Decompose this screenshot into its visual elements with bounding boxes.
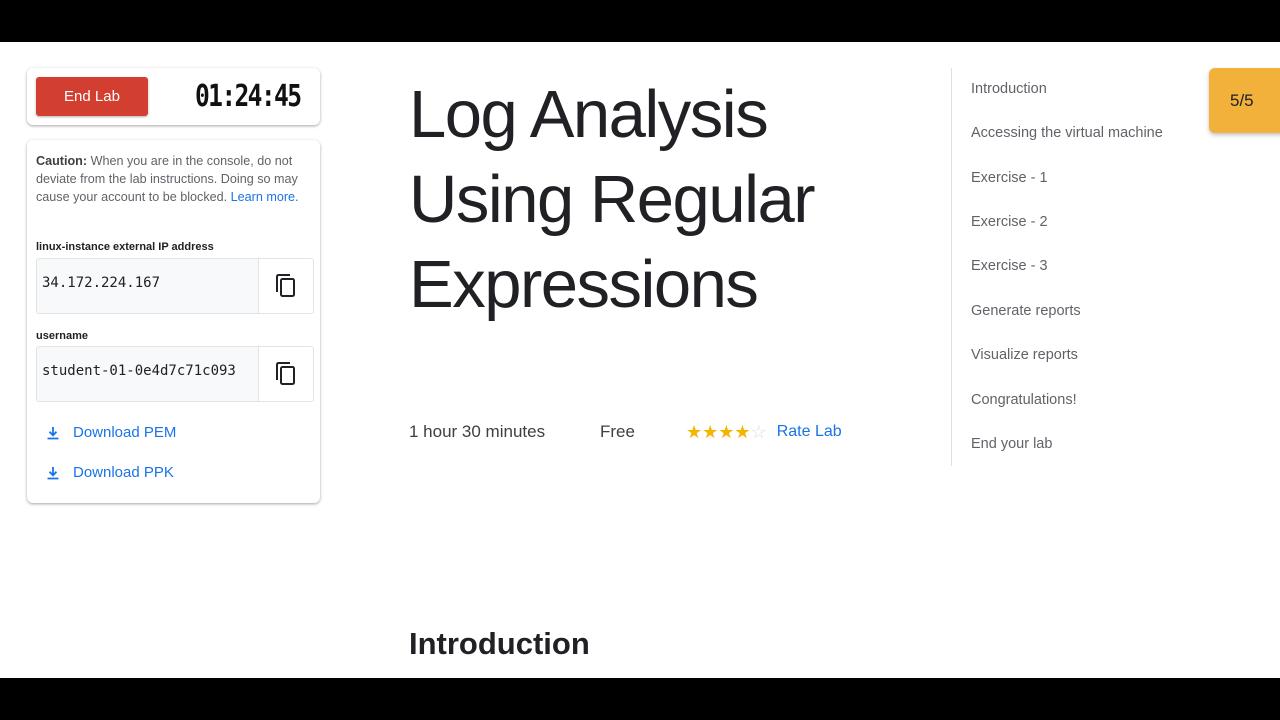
copy-ip-button[interactable] [258, 259, 313, 313]
toc-item[interactable]: Congratulations! [971, 392, 1077, 408]
lab-details-card: Caution: When you are in the console, do… [27, 140, 320, 503]
toc-item[interactable]: Exercise - 2 [971, 214, 1048, 230]
star-filled-icon[interactable]: ★ [718, 423, 734, 441]
copy-icon [276, 274, 295, 297]
star-empty-icon[interactable]: ☆ [751, 423, 767, 441]
caution-label: Caution: [36, 154, 88, 168]
copy-icon [276, 362, 295, 385]
learn-more-link[interactable]: Learn more. [231, 190, 299, 204]
end-lab-button[interactable]: End Lab [36, 77, 148, 116]
download-pem-link[interactable]: Download PEM [45, 424, 176, 441]
download-icon [47, 466, 59, 479]
rate-lab-link[interactable]: Rate Lab [777, 423, 842, 441]
star-filled-icon[interactable]: ★ [702, 423, 718, 441]
username-field: student-01-0e4d7c71c093 [36, 346, 314, 402]
toc-item[interactable]: Introduction [971, 81, 1047, 97]
copy-username-button[interactable] [258, 347, 313, 401]
lab-title-line: Using Regular [409, 162, 816, 237]
lab-title: Log Analysis Using Regular Expressions [409, 72, 929, 327]
toc-item[interactable]: Visualize reports [971, 347, 1078, 363]
download-ppk-link[interactable]: Download PPK [45, 464, 174, 481]
section-heading: Introduction [409, 626, 590, 661]
table-of-contents: Introduction Accessing the virtual machi… [951, 68, 1192, 466]
toc-item[interactable]: Generate reports [971, 303, 1081, 319]
toc-item[interactable]: End your lab [971, 436, 1052, 452]
toc-item[interactable]: Exercise - 3 [971, 258, 1048, 274]
star-rating[interactable]: ★ ★ ★ ★ ☆ [686, 423, 767, 441]
progress-badge[interactable]: 5/5 [1209, 68, 1280, 133]
star-filled-icon[interactable]: ★ [686, 423, 702, 441]
username-label: username [36, 330, 88, 342]
lab-price: Free [600, 422, 635, 441]
username-value[interactable]: student-01-0e4d7c71c093 [37, 347, 258, 401]
lab-meta: 1 hour 30 minutes Free ★ ★ ★ ★ ☆ Rate Lab [409, 420, 842, 444]
lab-title-line: Expressions [409, 247, 759, 322]
countdown-timer: 01:24:45 [195, 79, 302, 114]
caution-notice: Caution: When you are in the console, do… [36, 152, 314, 206]
toc-item[interactable]: Exercise - 1 [971, 170, 1048, 186]
lab-title-line: Log Analysis [409, 77, 769, 152]
ip-address-field: 34.172.224.167 [36, 258, 314, 314]
ip-address-label: linux-instance external IP address [36, 241, 214, 253]
download-icon [47, 426, 59, 439]
download-ppk-label: Download PPK [73, 464, 174, 481]
lab-page: End Lab 01:24:45 Caution: When you are i… [0, 42, 1280, 678]
star-filled-icon[interactable]: ★ [734, 423, 750, 441]
lab-duration: 1 hour 30 minutes [409, 422, 546, 441]
download-pem-label: Download PEM [73, 424, 177, 441]
timer-card: End Lab 01:24:45 [27, 68, 320, 125]
toc-item[interactable]: Accessing the virtual machine [971, 125, 1163, 141]
ip-address-value[interactable]: 34.172.224.167 [37, 259, 258, 313]
